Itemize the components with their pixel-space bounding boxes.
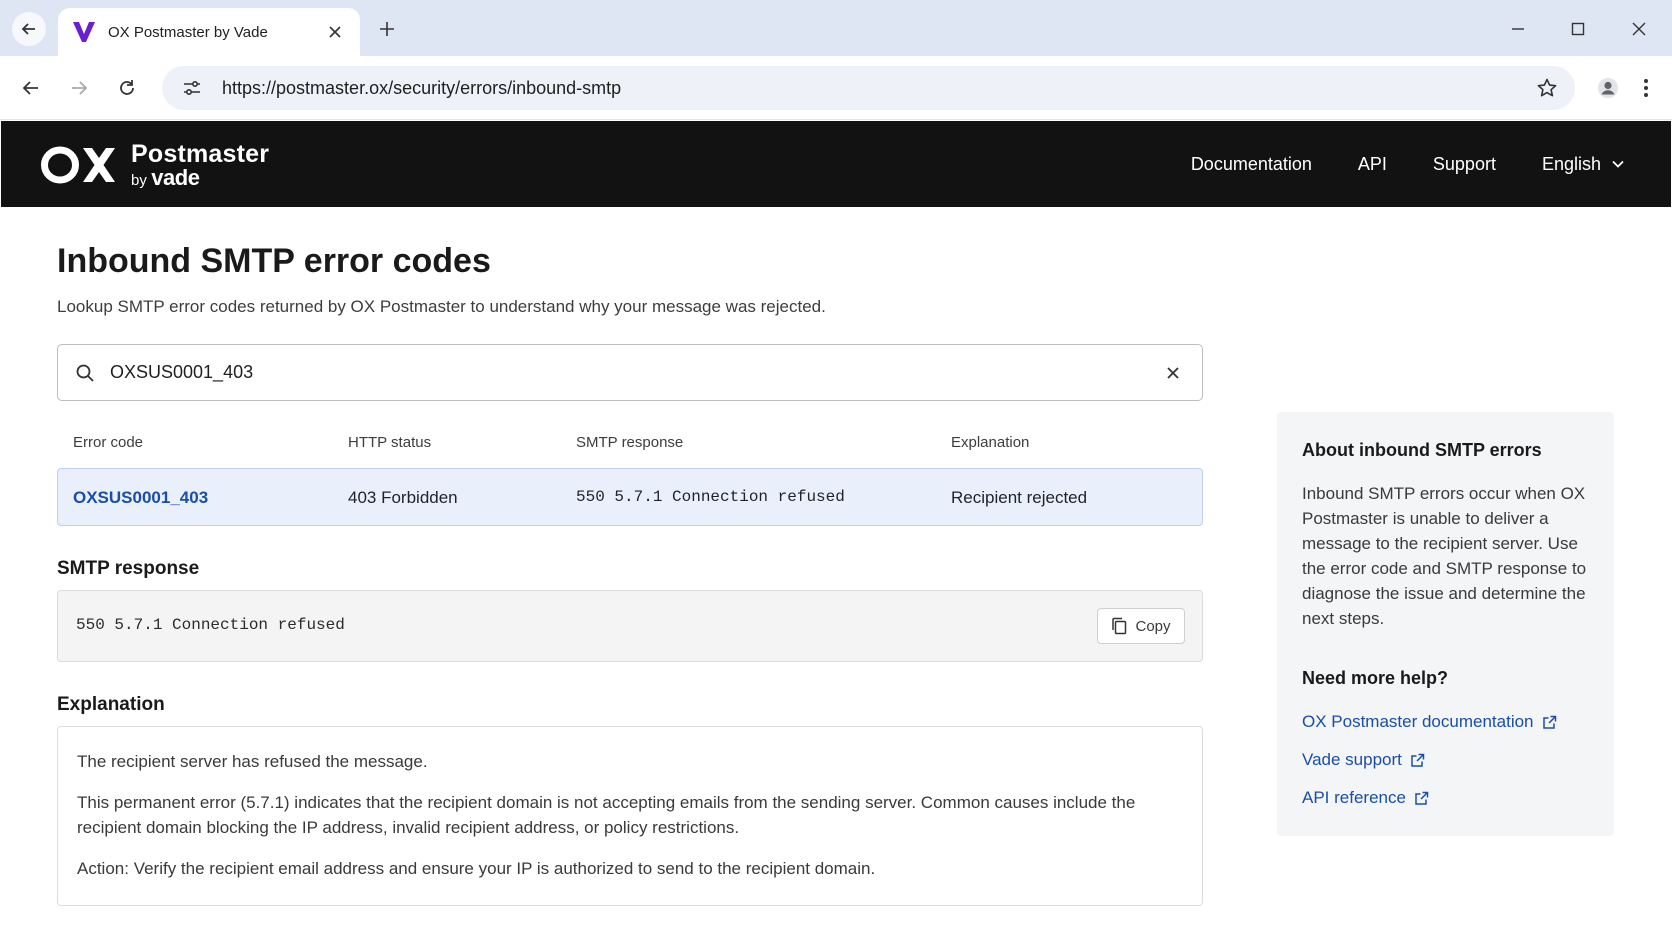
sidebar-description: Inbound SMTP errors occur when OX Postma…	[1302, 484, 1587, 628]
close-window-button[interactable]	[1624, 14, 1654, 44]
nav-documentation[interactable]: Documentation	[1191, 154, 1312, 175]
cell-smtp-response: 550 5.7.1 Connection refused	[576, 488, 845, 506]
tab-search-button[interactable]	[12, 12, 46, 46]
smtp-response-text: 550 5.7.1 Connection refused	[76, 616, 345, 634]
chevron-down-icon	[1612, 160, 1624, 168]
cell-explanation: Recipient rejected	[951, 488, 1088, 507]
external-link-icon	[1411, 753, 1425, 767]
site-settings-icon[interactable]	[170, 66, 214, 110]
page-subtitle: Lookup SMTP error codes returned by OX P…	[57, 297, 826, 316]
clear-search-icon[interactable]	[1160, 360, 1186, 386]
close-icon	[1632, 22, 1646, 36]
address-url: https://postmaster.ox/security/errors/in…	[222, 77, 622, 98]
external-link-icon	[1542, 715, 1556, 729]
link-api-reference[interactable]: API reference	[1302, 785, 1589, 811]
arrow-right-icon	[72, 81, 88, 95]
reload-button[interactable]	[111, 72, 143, 104]
external-link-icon	[1415, 791, 1429, 805]
bookmark-star-icon[interactable]	[1529, 70, 1565, 106]
tab-close-icon[interactable]	[324, 21, 346, 43]
browser-tabstrip: OX Postmaster by Vade	[0, 0, 1672, 56]
search-icon	[74, 362, 96, 384]
plus-icon	[380, 22, 394, 36]
column-header-http-status: HTTP status	[348, 434, 432, 451]
table-row[interactable]: OXSUS0001_403 403 Forbidden 550 5.7.1 Co…	[57, 468, 1203, 526]
site-header: Postmaster by vade Documentation API Sup…	[1, 121, 1671, 207]
nav-support[interactable]: Support	[1433, 154, 1496, 175]
column-header-error-code: Error code	[73, 434, 144, 451]
link-ox-postmaster-documentation[interactable]: OX Postmaster documentation	[1302, 709, 1589, 735]
minimize-icon	[1512, 28, 1524, 30]
column-header-explanation: Explanation	[951, 434, 1030, 451]
browser-menu-button[interactable]	[1630, 72, 1662, 104]
maximize-icon	[1571, 22, 1585, 36]
address-bar[interactable]: https://postmaster.ox/security/errors/in…	[162, 66, 1575, 110]
results-table-header: Error code HTTP status SMTP response Exp…	[57, 426, 1203, 456]
new-tab-button[interactable]	[372, 14, 402, 44]
back-button[interactable]	[15, 72, 47, 104]
help-links: OX Postmaster documentation Vade support…	[1302, 709, 1589, 811]
arrow-left-icon	[22, 81, 38, 95]
help-sidebar: About inbound SMTP errors Inbound SMTP e…	[1277, 412, 1614, 836]
explanation-action: Action: Verify the recipient email addre…	[77, 859, 876, 878]
profile-button[interactable]	[1592, 72, 1624, 104]
ox-logo-mark	[41, 146, 115, 184]
nav-api[interactable]: API	[1358, 154, 1387, 175]
kebab-menu-icon	[1644, 79, 1648, 97]
explanation-paragraph: This permanent error (5.7.1) indicates t…	[77, 793, 1136, 837]
copy-button-label: Copy	[1135, 617, 1171, 635]
explanation-box: The recipient server has refused the mes…	[57, 726, 1203, 906]
arrow-left-icon	[21, 23, 35, 35]
cell-error-code[interactable]: OXSUS0001_403	[73, 488, 208, 508]
help-heading: Need more help?	[1302, 668, 1449, 688]
column-header-smtp-response: SMTP response	[576, 434, 684, 451]
link-label: Vade support	[1302, 750, 1402, 769]
logo-wordmark: Postmaster by vade	[131, 139, 270, 190]
explanation-paragraph: The recipient server has refused the mes…	[77, 752, 428, 771]
link-label: OX Postmaster documentation	[1302, 712, 1534, 731]
maximize-button[interactable]	[1563, 14, 1593, 44]
logo-vendor-name: vade	[151, 164, 200, 190]
link-vade-support[interactable]: Vade support	[1302, 747, 1589, 773]
minimize-button[interactable]	[1503, 14, 1533, 44]
browser-tab-active[interactable]: OX Postmaster by Vade	[58, 8, 360, 56]
vade-favicon-icon	[72, 20, 96, 44]
reload-icon	[120, 80, 134, 95]
smtp-response-heading: SMTP response	[57, 558, 200, 579]
search-input[interactable]	[110, 362, 1160, 383]
cell-http-status: 403 Forbidden	[348, 488, 458, 507]
browser-toolbar: https://postmaster.ox/security/errors/in…	[0, 56, 1672, 120]
explanation-heading: Explanation	[57, 694, 165, 715]
forward-button[interactable]	[63, 72, 95, 104]
language-label: English	[1541, 153, 1601, 174]
ox-postmaster-logo[interactable]: Postmaster by vade	[41, 137, 269, 193]
language-selector[interactable]: English	[1542, 154, 1625, 175]
main-nav: Documentation API Support English	[1191, 121, 1625, 207]
copy-icon	[1112, 617, 1127, 635]
error-code-search	[57, 344, 1203, 401]
logo-product-name: Postmaster	[131, 139, 270, 168]
copy-button[interactable]: Copy	[1097, 608, 1185, 644]
logo-by-text: by	[131, 171, 147, 189]
page-title: Inbound SMTP error codes	[57, 242, 491, 280]
sidebar-heading: About inbound SMTP errors	[1302, 440, 1542, 460]
smtp-response-box: 550 5.7.1 Connection refused Copy	[57, 590, 1203, 662]
link-label: API reference	[1302, 788, 1406, 807]
profile-avatar-icon	[1598, 78, 1618, 98]
tab-title: OX Postmaster by Vade	[108, 23, 268, 41]
